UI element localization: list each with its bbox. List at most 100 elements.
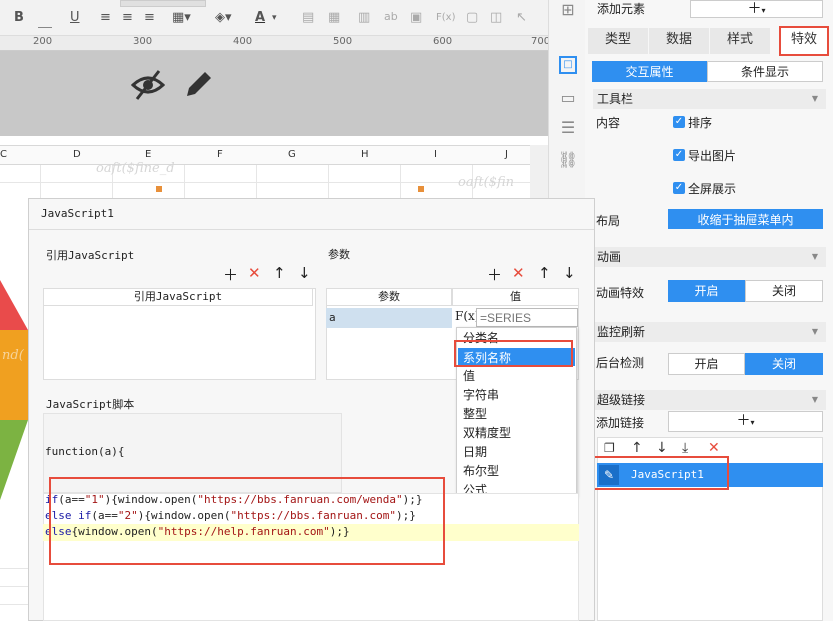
move-bottom-icon[interactable]: ⤓ <box>682 440 688 456</box>
component-icon[interactable]: ▭ <box>557 88 579 110</box>
collapse-icon: ▼ <box>811 327 818 336</box>
chevron-down-icon[interactable]: ▾ <box>272 13 277 31</box>
checkbox-icon[interactable]: ✓ <box>673 116 685 128</box>
add-element-button[interactable]: ＋▾ <box>690 0 823 18</box>
section-animation[interactable]: 动画 ▼ <box>593 247 826 267</box>
grid-rows <box>0 560 28 621</box>
checkbox-icon[interactable]: ✓ <box>673 149 685 161</box>
dropdown-item[interactable]: 日期 <box>463 443 487 460</box>
arrow-down-icon[interactable]: ↓ <box>656 440 668 456</box>
animation-off-toggle[interactable]: 关闭 <box>745 280 823 302</box>
add-link-button[interactable]: ＋▾ <box>668 411 823 432</box>
script-label: JavaScript脚本 <box>46 398 135 411</box>
check-sort-label: 排序 <box>688 116 713 130</box>
layout-select[interactable]: 收缩于抽屉菜单内 <box>668 209 823 229</box>
column-header[interactable]: I <box>434 149 437 160</box>
pie-chart-fragment <box>0 280 28 500</box>
arrow-up-icon[interactable]: ↑ <box>631 440 643 456</box>
widget-settings-icon[interactable]: □ <box>559 56 577 74</box>
close-icon[interactable]: ✕ <box>512 264 525 282</box>
align-left-icon[interactable]: ≡ <box>100 10 111 28</box>
arrow-up-icon[interactable]: ↑ <box>273 264 286 282</box>
value-input[interactable] <box>476 308 578 327</box>
shape-icon[interactable]: ◫ <box>490 10 502 28</box>
table-icon[interactable]: ▤ <box>302 10 314 28</box>
param-row[interactable]: a <box>326 308 452 328</box>
dropdown-item[interactable]: 布尔型 <box>463 462 499 479</box>
section-title: 监控刷新 <box>597 325 646 339</box>
eye-slash-icon[interactable] <box>131 69 165 101</box>
bold-button[interactable]: B <box>14 10 24 28</box>
column-header[interactable]: F <box>217 149 223 160</box>
widget-header-band <box>0 51 548 136</box>
arrow-down-icon[interactable]: ↓ <box>298 264 311 282</box>
list-icon[interactable]: ☰ <box>557 118 579 140</box>
refresh-off-toggle[interactable]: 关闭 <box>745 353 823 375</box>
animation-on-toggle[interactable]: 开启 <box>668 280 745 302</box>
section-title: 超级链接 <box>597 393 646 407</box>
dialog-title: JavaScript1 <box>41 207 114 220</box>
grid-icon[interactable]: ▦ <box>328 10 340 28</box>
section-toolbar[interactable]: 工具栏 ▼ <box>593 89 826 109</box>
backend-check-label: 后台检测 <box>596 356 645 370</box>
section-hyperlink[interactable]: 超级链接 ▼ <box>593 390 826 410</box>
divider <box>29 229 594 230</box>
grid-line <box>0 568 28 569</box>
close-icon[interactable]: ✕ <box>708 440 720 456</box>
border-icon[interactable]: ▦▾ <box>172 10 191 28</box>
content-label: 内容 <box>596 116 621 130</box>
plus-icon[interactable]: ＋ <box>487 264 502 285</box>
pointer-icon[interactable]: ↖ <box>516 10 527 28</box>
doc-icon[interactable]: ▢ <box>466 10 478 28</box>
section-title: 动画 <box>597 250 622 264</box>
section-refresh[interactable]: 监控刷新 ▼ <box>593 322 826 342</box>
watermark-text: oaft($fine_d <box>96 161 175 176</box>
params-label: 参数 <box>328 248 350 261</box>
column-header[interactable]: J <box>505 149 508 160</box>
align-center-icon[interactable]: ≡ <box>122 10 133 28</box>
ruler-mark: 400 <box>233 36 253 47</box>
tab-style[interactable]: 样式 <box>710 28 770 54</box>
formula-icon[interactable]: F(x) <box>436 12 455 30</box>
highlight-box <box>779 26 829 56</box>
fill-color-icon[interactable]: ◈▾ <box>215 10 232 28</box>
subtab-interaction[interactable]: 交互属性 <box>592 61 707 82</box>
layout-label: 布局 <box>596 214 621 228</box>
arrow-up-icon[interactable]: ↑ <box>538 264 551 282</box>
plus-icon[interactable]: ＋ <box>223 264 238 285</box>
horizontal-ruler: 200 300 400 500 600 700 <box>0 36 550 51</box>
chart-icon[interactable]: ▥ <box>358 10 370 28</box>
dropdown-item[interactable]: 字符串 <box>463 386 499 403</box>
cell-marker <box>156 186 162 192</box>
column-header[interactable]: C <box>0 149 7 160</box>
image-icon[interactable]: ▣ <box>410 10 422 28</box>
align-right-icon[interactable]: ≡ <box>144 10 155 28</box>
column-header[interactable]: E <box>145 149 151 160</box>
dropdown-item[interactable]: 值 <box>463 367 475 384</box>
watermark-text: oaft($fin <box>458 175 514 190</box>
dropdown-item[interactable]: 整型 <box>463 405 487 422</box>
copy-icon[interactable]: ❐ <box>604 441 615 455</box>
tab-data[interactable]: 数据 <box>649 28 709 54</box>
close-icon[interactable]: ✕ <box>248 264 261 282</box>
subtab-condition[interactable]: 条件显示 <box>707 61 823 82</box>
ruler-mark: 600 <box>433 36 453 47</box>
arrow-down-icon[interactable]: ↓ <box>563 264 576 282</box>
column-header[interactable]: D <box>73 149 81 160</box>
layout-icon[interactable]: ⊞ <box>557 0 579 22</box>
font-color-button[interactable]: A <box>255 10 265 28</box>
dropdown-item[interactable]: 双精度型 <box>463 424 511 441</box>
link-icon[interactable]: ⛓ <box>557 150 579 172</box>
tab-type[interactable]: 类型 <box>588 28 648 54</box>
grid-line <box>256 165 257 198</box>
underline-button[interactable]: U <box>70 10 80 28</box>
spacer <box>0 136 548 145</box>
refresh-on-toggle[interactable]: 开启 <box>668 353 745 375</box>
column-header[interactable]: H <box>361 149 369 160</box>
checkbox-icon[interactable]: ✓ <box>673 182 685 194</box>
value-column-header: 值 <box>452 288 579 306</box>
tab-strip <box>120 0 206 7</box>
column-header[interactable]: G <box>288 149 296 160</box>
ab-icon[interactable]: ab <box>384 10 398 28</box>
pencil-icon[interactable] <box>183 68 215 100</box>
